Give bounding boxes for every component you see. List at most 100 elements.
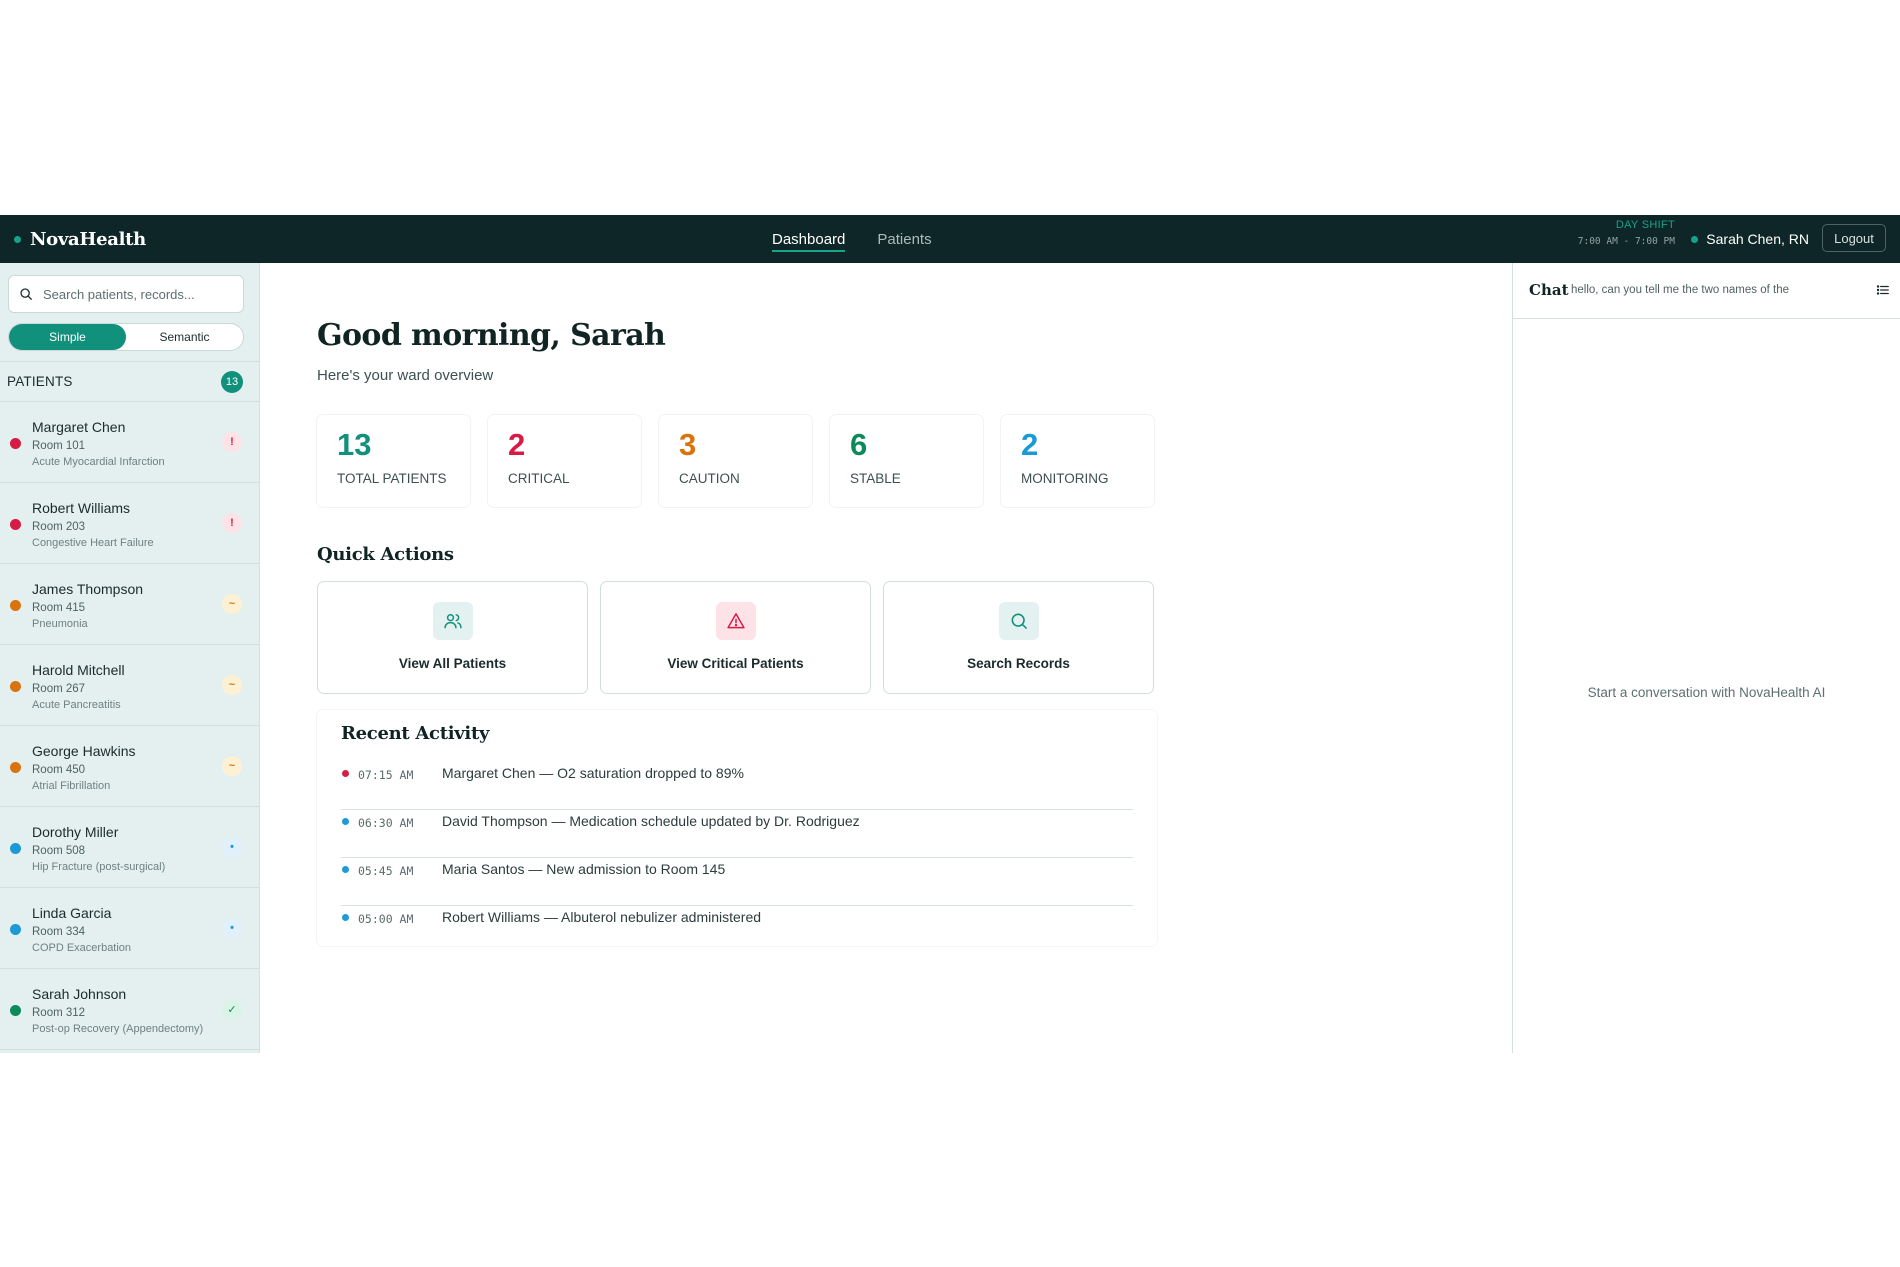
online-status-icon: [1691, 235, 1699, 243]
chat-title: Chat: [1529, 281, 1569, 299]
patient-list-item[interactable]: Dorothy Miller Room 508 Hip Fracture (post…: [0, 807, 259, 888]
chat-empty-state: Start a conversation with NovaHealth AI: [1587, 685, 1826, 700]
patient-name: Robert Williams: [32, 500, 131, 516]
status-dot-icon: [10, 762, 21, 773]
activity-time: 07:15 AM: [358, 768, 414, 782]
alert-triangle-icon: [715, 602, 756, 640]
status-badge: !: [222, 513, 242, 533]
patient-diagnosis: Atrial Fibrillation: [32, 780, 111, 792]
recent-activity-panel: Recent Activity 07:15 AM Margaret Chen — …: [317, 710, 1157, 946]
page-title: Good morning, Sarah: [317, 318, 666, 353]
search-icon: [20, 288, 32, 300]
patient-name: James Thompson: [32, 581, 144, 597]
view-all-patients-button[interactable]: View All Patients: [317, 581, 588, 694]
activity-row: 06:30 AM David Thompson — Medication sche…: [341, 810, 1133, 858]
patient-diagnosis: Post-op Recovery (Appendectomy): [32, 1023, 204, 1035]
patient-room: Room 508: [32, 845, 86, 857]
patient-room: Room 267: [32, 683, 86, 695]
shift-info: DAY SHIFT 7:00 AM - 7:00 PM: [1578, 219, 1675, 247]
status-dot-icon: [10, 924, 21, 935]
patient-list: Margaret Chen Room 101 Acute Myocardial In…: [0, 402, 259, 1050]
stat-card: 3 CAUTION: [659, 415, 812, 507]
shift-label: DAY SHIFT: [1615, 219, 1675, 231]
shift-time: 7:00 AM - 7:00 PM: [1577, 236, 1675, 247]
activity-dot-icon: [342, 914, 349, 921]
patient-name: Sarah Johnson: [32, 986, 127, 1002]
patient-diagnosis: COPD Exacerbation: [32, 942, 132, 954]
patients-title: PATIENTS: [7, 374, 73, 389]
patient-list-item[interactable]: Linda Garcia Room 334 COPD Exacerbation •: [0, 888, 259, 969]
brand-name: NovaHealth: [30, 228, 146, 250]
activity-time: 05:00 AM: [358, 912, 414, 926]
view-critical-patients-button[interactable]: View Critical Patients: [600, 581, 871, 694]
patient-search: [8, 275, 244, 313]
stat-label: TOTAL PATIENTS: [337, 471, 447, 486]
status-badge: ~: [222, 756, 242, 776]
stat-cards: 13 TOTAL PATIENTS 2 CRITICAL 3 CAUTION 6 STABLE…: [317, 415, 1154, 507]
stat-value: 13: [337, 427, 372, 462]
activity-dot-icon: [342, 866, 349, 873]
patient-list-item[interactable]: Harold Mitchell Room 267 Acute Pancreatiti…: [0, 645, 259, 726]
search-icon: [998, 602, 1039, 640]
patient-room: Room 312: [32, 1007, 86, 1019]
app-window: NovaHealth Dashboard Patients DAY SHIFT …: [0, 215, 1900, 1053]
status-dot-icon: [10, 681, 21, 692]
patient-room: Room 334: [32, 926, 86, 938]
activity-row: 07:15 AM Margaret Chen — O2 saturation dr…: [341, 762, 1133, 810]
patient-list-item[interactable]: Margaret Chen Room 101 Acute Myocardial In…: [0, 402, 259, 483]
patients-header: PATIENTS 13: [0, 361, 259, 402]
main-nav: Dashboard Patients: [772, 215, 932, 263]
patient-list-item[interactable]: Robert Williams Room 203 Congestive Heart …: [0, 483, 259, 564]
view-all-patients-label: View All Patients: [398, 656, 507, 671]
patients-count-badge: 13: [221, 370, 243, 393]
chat-header: Chat hello, can you tell me the two name…: [1513, 263, 1900, 319]
patient-list-item[interactable]: James Thompson Room 415 Pneumonia ~: [0, 564, 259, 645]
status-badge: •: [222, 837, 242, 857]
stat-label: STABLE: [850, 471, 901, 486]
mode-semantic[interactable]: Semantic: [126, 324, 243, 350]
view-critical-patients-label: View Critical Patients: [667, 656, 804, 671]
stat-card: 2 CRITICAL: [488, 415, 641, 507]
status-dot-icon: [10, 843, 21, 854]
patient-room: Room 203: [32, 521, 86, 533]
chat-preview[interactable]: hello, can you tell me the two names of …: [1571, 284, 1789, 296]
stat-value: 2: [1021, 427, 1039, 462]
search-mode-toggle: Simple Semantic: [8, 323, 244, 351]
quick-actions: View All Patients View Critical Patients…: [317, 581, 1154, 694]
users-icon: [432, 602, 473, 640]
stat-label: MONITORING: [1021, 471, 1109, 486]
recent-activity-title: Recent Activity: [341, 723, 490, 744]
brand[interactable]: NovaHealth: [14, 215, 146, 263]
activity-time: 05:45 AM: [358, 864, 414, 878]
status-badge: ✓: [222, 999, 242, 1019]
activity-text: Margaret Chen — O2 saturation dropped to…: [442, 765, 744, 781]
patient-name: Linda Garcia: [32, 905, 112, 921]
list-menu-icon[interactable]: [1876, 283, 1890, 297]
search-input[interactable]: [41, 285, 235, 303]
logout-button[interactable]: Logout: [1822, 224, 1886, 252]
activity-dot-icon: [342, 818, 349, 825]
activity-text: Maria Santos — New admission to Room 145: [442, 861, 726, 877]
patient-room: Room 101: [32, 440, 86, 452]
tab-patients[interactable]: Patients: [877, 215, 931, 263]
activity-time: 06:30 AM: [358, 816, 414, 830]
activity-text: Robert Williams — Albuterol nebulizer ad…: [442, 909, 762, 925]
tab-dashboard[interactable]: Dashboard: [772, 215, 846, 263]
activity-dot-icon: [342, 770, 349, 777]
stat-card: 13 TOTAL PATIENTS: [317, 415, 470, 507]
stat-label: CRITICAL: [508, 471, 570, 486]
brand-dot-icon: [14, 235, 21, 243]
chat-panel: Chat hello, can you tell me the two name…: [1512, 263, 1900, 1053]
search-records-label: Search Records: [967, 656, 1070, 671]
status-badge: •: [222, 918, 242, 938]
mode-simple[interactable]: Simple: [9, 324, 126, 350]
stat-card: 6 STABLE: [830, 415, 983, 507]
search-records-button[interactable]: Search Records: [883, 581, 1154, 694]
patient-list-item[interactable]: George Hawkins Room 450 Atrial Fibrillatio…: [0, 726, 259, 807]
stat-value: 3: [679, 427, 697, 462]
patient-sidebar: Simple Semantic PATIENTS 13 Margaret Che…: [0, 263, 260, 1053]
patient-list-item[interactable]: Sarah Johnson Room 312 Post-op Recovery (A…: [0, 969, 259, 1050]
page-subtitle: Here's your ward overview: [317, 367, 494, 384]
top-navbar: NovaHealth Dashboard Patients DAY SHIFT …: [0, 215, 1900, 263]
stat-value: 6: [850, 427, 868, 462]
